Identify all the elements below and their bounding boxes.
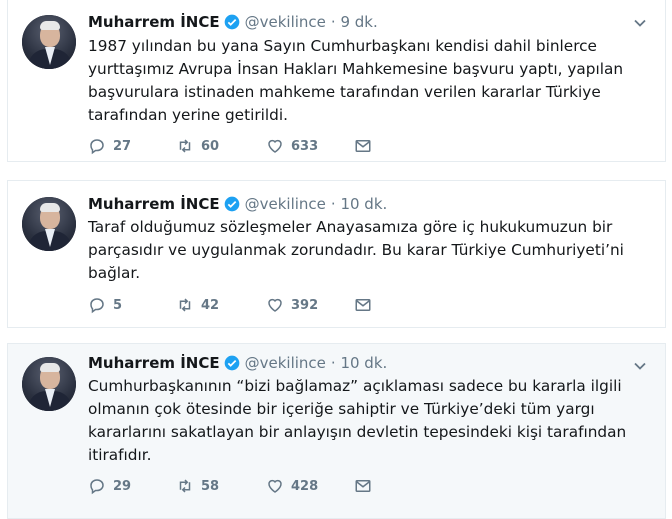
like-count: 633 [291,138,319,154]
verified-badge-icon [224,196,239,212]
retweet-icon [179,479,191,493]
chevron-down-icon[interactable] [633,359,647,373]
reply-count: 5 [113,297,123,313]
reply-button[interactable]: 5 [88,296,176,314]
like-count: 428 [291,478,319,494]
reply-button[interactable]: 29 [88,477,176,495]
retweet-count: 42 [201,297,220,313]
tweet-actions: 27 60 633 [88,135,379,157]
tweet[interactable]: Muharrem İNCE @vekilince · 9 dk. 1987 yı… [7,0,666,162]
verified-badge-icon [224,14,239,30]
avatar[interactable] [22,15,76,69]
reply-icon [90,479,104,495]
envelope-icon [355,140,371,152]
envelope-icon [355,299,371,311]
user-handle[interactable]: @vekilince [245,13,326,31]
retweet-count: 60 [201,138,220,154]
tweet-actions: 29 58 428 [88,475,379,497]
timestamp[interactable]: · 10 dk. [331,195,387,213]
retweet-button[interactable]: 60 [176,137,266,155]
avatar[interactable] [22,197,76,251]
user-handle[interactable]: @vekilince [245,195,326,213]
message-button[interactable] [354,296,379,314]
user-name[interactable]: Muharrem İNCE [88,13,220,31]
tweet-actions: 5 42 392 [88,294,379,316]
like-button[interactable]: 392 [266,296,354,314]
tweet[interactable]: Muharrem İNCE @vekilince · 10 dk. Cumhur… [7,343,666,519]
reply-button[interactable]: 27 [88,137,176,155]
chevron-down-icon[interactable] [633,16,647,30]
retweet-icon [179,139,191,153]
tweet-text: Taraf olduğumuz sözleşmeler Anayasamıza … [88,218,624,282]
retweet-button[interactable]: 42 [176,296,266,314]
timestamp[interactable]: · 10 dk. [331,354,387,372]
user-handle[interactable]: @vekilince [245,354,326,372]
tweet-text: 1987 yılından bu yana Sayın Cumhurbaşkan… [88,37,624,124]
tweet[interactable]: Muharrem İNCE @vekilince · 10 dk. Taraf … [7,180,666,328]
tweet-text: Cumhurbaşkanının “bizi bağlamaz” açıklam… [88,377,627,464]
envelope-icon [355,480,371,492]
reply-icon [90,298,104,314]
heart-icon [268,139,282,153]
retweet-button[interactable]: 58 [176,477,266,495]
user-name[interactable]: Muharrem İNCE [88,354,220,372]
avatar[interactable] [22,357,76,411]
like-button[interactable]: 428 [266,477,354,495]
tweet-header: Muharrem İNCE @vekilince · 10 dk. [88,353,387,373]
message-button[interactable] [354,137,379,155]
tweet-header: Muharrem İNCE @vekilince · 10 dk. [88,194,387,214]
retweet-count: 58 [201,478,220,494]
like-button[interactable]: 633 [266,137,354,155]
reply-count: 27 [113,138,132,154]
reply-count: 29 [113,478,132,494]
message-button[interactable] [354,477,379,495]
user-name[interactable]: Muharrem İNCE [88,195,220,213]
like-count: 392 [291,297,319,313]
heart-icon [268,479,282,493]
retweet-icon [179,298,191,312]
verified-badge-icon [224,355,239,371]
heart-icon [268,298,282,312]
timestamp[interactable]: · 9 dk. [331,13,378,31]
tweet-header: Muharrem İNCE @vekilince · 9 dk. [88,12,378,32]
reply-icon [90,139,104,155]
